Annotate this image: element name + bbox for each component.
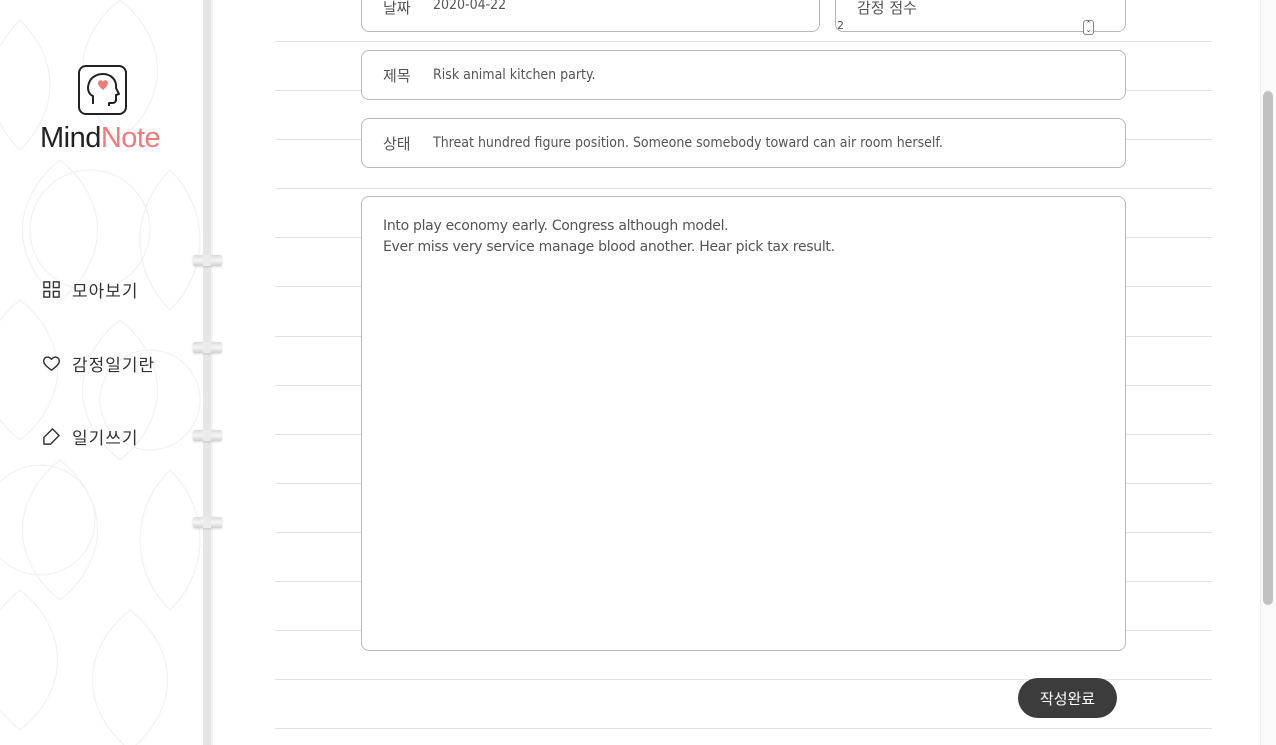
logo-mind: Mind (40, 122, 101, 154)
binder-spine-edge (211, 0, 213, 745)
diary-body-textarea[interactable]: Into play economy early. Congress althou… (361, 196, 1126, 651)
emotion-score-label: 감정 점수 (857, 0, 917, 17)
emotion-score-field[interactable]: 감정 점수 2 ⌃ ⌄ (835, 0, 1126, 35)
title-label: 제목 (383, 66, 411, 85)
date-field[interactable]: 날짜 2020-04-22 (361, 0, 820, 32)
paper-line (275, 188, 1212, 189)
date-value: 2020-04-22 (433, 0, 507, 13)
state-value: Threat hundred figure position. Someone … (433, 135, 943, 151)
title-value: Risk animal kitchen party. (433, 67, 596, 83)
sidebar-item-emotion-diary[interactable]: 감정일기란 (42, 349, 155, 377)
date-label: 날짜 (383, 0, 411, 17)
binder-ring (193, 517, 222, 528)
submit-button[interactable]: 작성완료 (1018, 678, 1117, 718)
state-field[interactable]: 상태 Threat hundred figure position. Someo… (361, 118, 1126, 168)
paper-line (275, 41, 1212, 42)
sidebar-item-label: 감정일기란 (72, 355, 156, 376)
binder-spine (203, 0, 211, 745)
state-label: 상태 (383, 134, 411, 153)
heart-icon (42, 355, 61, 371)
grid-icon (43, 280, 60, 298)
emotion-score-value: 2 (837, 19, 844, 32)
pencil-icon (43, 427, 60, 445)
sidebar: MindNote 모아보기 감정일기란 일기쓰기 (0, 0, 204, 745)
title-field[interactable]: 제목 Risk animal kitchen party. (361, 50, 1126, 100)
binder-ring (193, 255, 222, 266)
app-logo-text: MindNote (40, 122, 161, 155)
sidebar-item-overview[interactable]: 모아보기 (42, 275, 139, 303)
binder-ring (193, 430, 222, 441)
sidebar-item-write-diary[interactable]: 일기쓰기 (42, 422, 139, 450)
body-line: Into play economy early. Congress althou… (383, 218, 729, 234)
logo-icon (78, 65, 127, 115)
body-line: Ever miss very service manage blood anot… (383, 239, 835, 255)
sidebar-item-label: 모아보기 (72, 281, 139, 302)
sidebar-item-label: 일기쓰기 (72, 428, 139, 449)
logo-note: Note (100, 122, 161, 154)
paper-line (275, 728, 1212, 729)
number-spinner-icon[interactable]: ⌃ ⌄ (1083, 20, 1094, 35)
scrollbar-thumb[interactable] (1263, 91, 1273, 605)
binder-ring (193, 342, 222, 353)
